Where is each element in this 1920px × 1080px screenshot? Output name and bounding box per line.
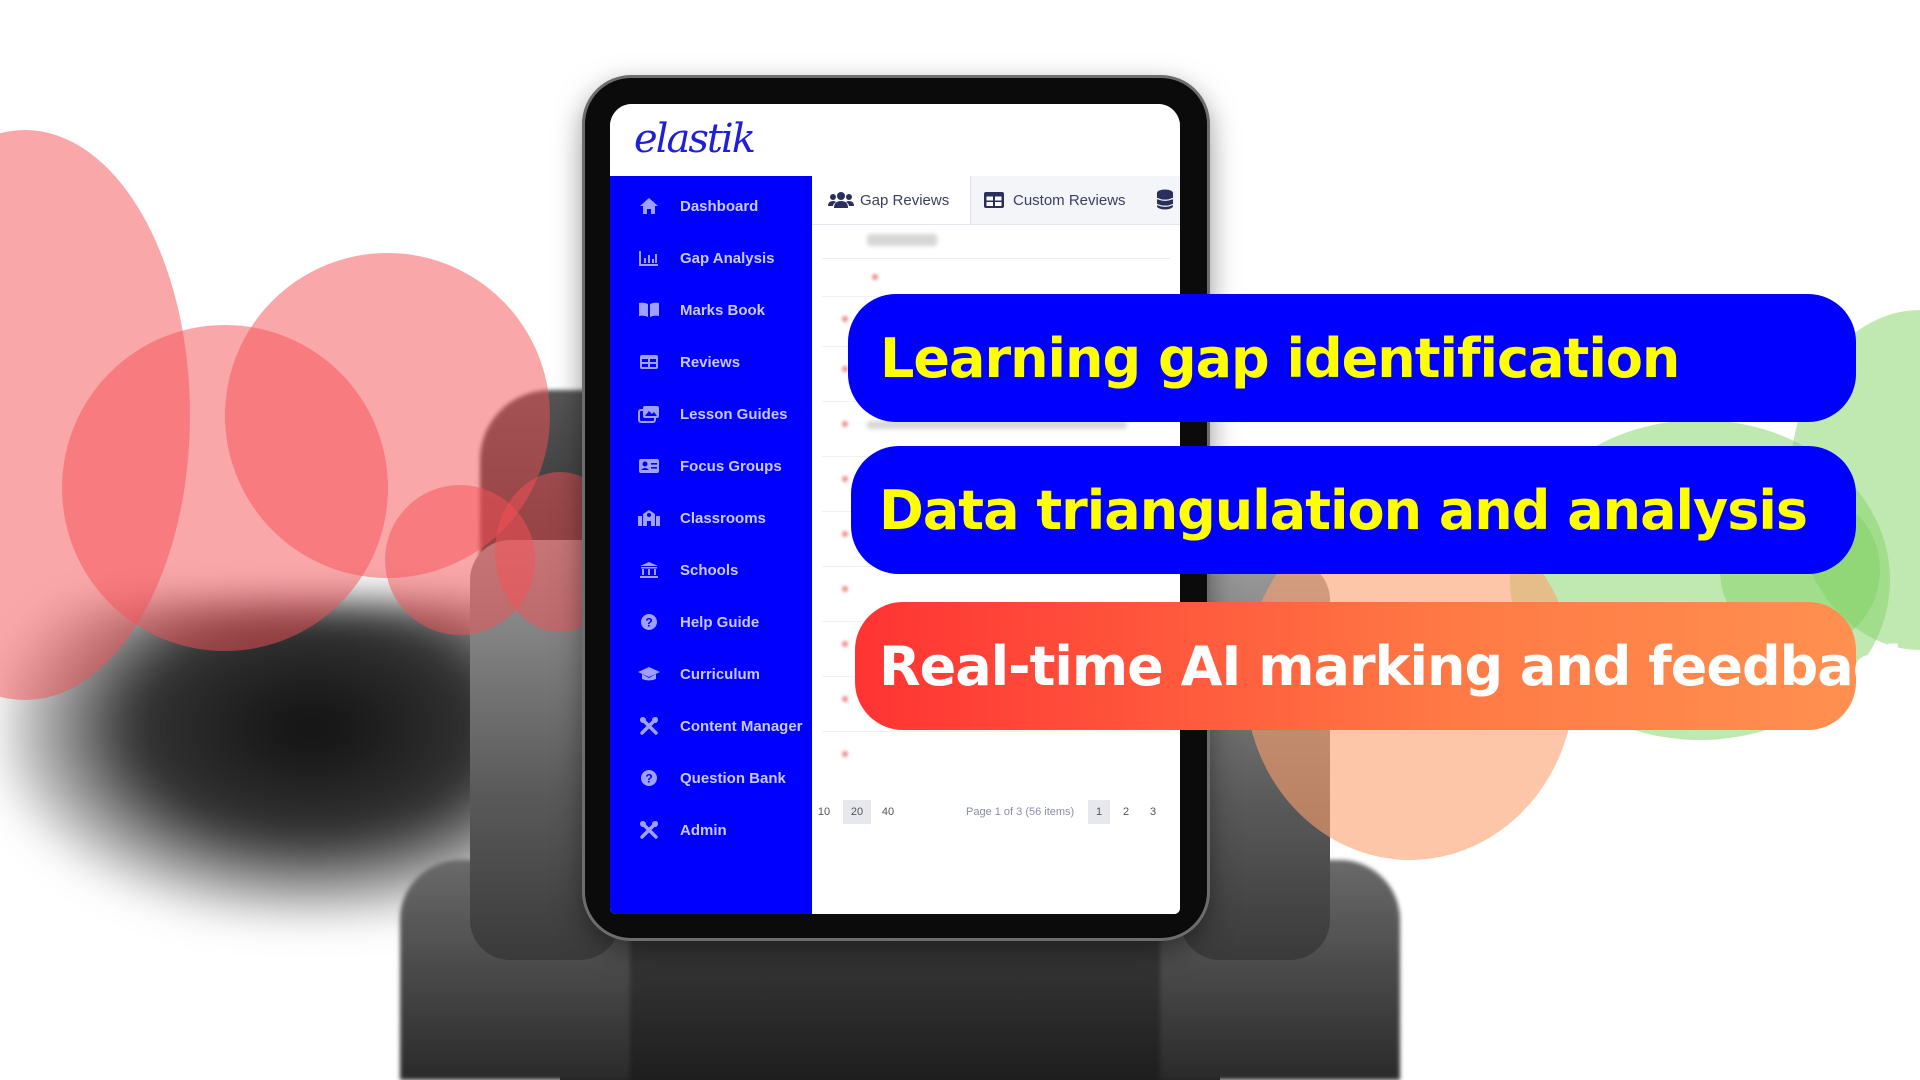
row-marker [842, 531, 848, 537]
table-cell [867, 421, 1127, 429]
feature-banner-ai-marking: Real-time AI marking and feedback [855, 602, 1920, 730]
row-marker [842, 696, 848, 702]
table-header: Test name [822, 228, 1170, 259]
tools-icon [636, 716, 662, 736]
logo-bar: elastik [610, 104, 1180, 176]
sidebar-item-content-manager[interactable]: Content Manager [610, 706, 812, 746]
sidebar-item-dashboard[interactable]: Dashboard [610, 186, 812, 226]
tab-bar: Gap Reviews Custom Reviews [812, 176, 1180, 225]
sidebar-item-label: Marks Book [680, 301, 766, 319]
sidebar-item-label: Question Bank [680, 769, 786, 787]
row-marker [842, 316, 848, 322]
sidebar-item-label: Help Guide [680, 613, 760, 631]
sidebar-item-marks-book[interactable]: Marks Book [610, 290, 812, 330]
tools-icon [636, 820, 662, 840]
graduation-cap-icon [636, 664, 662, 684]
page-button[interactable]: 3 [1142, 800, 1164, 824]
users-icon [828, 191, 854, 209]
sidebar-item-gap-analysis[interactable]: Gap Analysis [610, 238, 812, 278]
page-size-option-selected[interactable]: 20 [843, 800, 871, 824]
page-info: Page 1 of 3 (56 items) [966, 806, 1075, 818]
page-size-option[interactable]: 10 [812, 800, 836, 824]
bar-chart-icon [636, 248, 662, 268]
table-row [822, 731, 1170, 732]
sidebar-item-label: Classrooms [680, 509, 766, 527]
tab-database[interactable] [1148, 176, 1180, 224]
row-marker [842, 641, 848, 647]
row-marker [842, 476, 848, 482]
feature-banner-text: Data triangulation and analysis [879, 478, 1808, 542]
page-button[interactable]: 2 [1115, 800, 1137, 824]
database-icon [1156, 189, 1174, 211]
photo-legs [560, 930, 1220, 1080]
sidebar-item-admin[interactable]: Admin [610, 810, 812, 850]
sidebar-item-label: Curriculum [680, 665, 761, 683]
sidebar-item-label: Dashboard [680, 197, 759, 215]
sidebar-item-reviews[interactable]: Reviews [610, 342, 812, 382]
tab-label: Gap Reviews [860, 191, 950, 209]
sidebar-item-label: Reviews [680, 353, 741, 371]
app-logo[interactable]: elastik [634, 116, 756, 162]
sidebar-item-classrooms[interactable]: Classrooms [610, 498, 812, 538]
sidebar-item-label: Gap Analysis [680, 249, 775, 267]
sidebar-item-label: Content Manager [680, 717, 803, 735]
question-circle-icon: ? [636, 768, 662, 788]
feature-banner-text: Learning gap identification [880, 326, 1680, 390]
feature-banner-learning-gap: Learning gap identification [848, 294, 1856, 422]
svg-text:?: ? [645, 616, 652, 630]
page-size-option[interactable]: 40 [874, 800, 902, 824]
sidebar-item-help-guide[interactable]: ? Help Guide [610, 602, 812, 642]
id-card-icon [636, 456, 662, 476]
row-marker [842, 751, 848, 757]
tab-gap-reviews[interactable]: Gap Reviews [812, 176, 970, 224]
pager: 10 20 40 Page 1 of 3 (56 items) 1 2 3 [812, 796, 1180, 826]
sidebar-item-focus-groups[interactable]: Focus Groups [610, 446, 812, 486]
tab-custom-reviews[interactable]: Custom Reviews [970, 176, 1149, 224]
sidebar-item-question-bank[interactable]: ? Question Bank [610, 758, 812, 798]
feature-banner-text: Real-time AI marking and feedback [879, 634, 1920, 698]
sidebar-item-schools[interactable]: Schools [610, 550, 812, 590]
svg-text:?: ? [645, 772, 652, 786]
row-marker [842, 586, 848, 592]
sidebar-item-label: Schools [680, 561, 739, 579]
table-icon [983, 191, 1005, 209]
row-marker [842, 421, 848, 427]
table-icon [636, 352, 662, 372]
sidebar-item-curriculum[interactable]: Curriculum [610, 654, 812, 694]
question-circle-icon: ? [636, 612, 662, 632]
tab-label: Custom Reviews [1013, 191, 1126, 209]
university-icon [636, 560, 662, 580]
images-icon [636, 404, 662, 424]
home-icon [636, 196, 662, 216]
sidebar-item-label: Focus Groups [680, 457, 782, 475]
column-header-test-name[interactable]: Test name [867, 234, 937, 246]
page-button-current[interactable]: 1 [1088, 800, 1110, 824]
filter-icon [872, 274, 878, 280]
school-building-icon [636, 508, 662, 528]
feature-banner-data-triangulation: Data triangulation and analysis [851, 446, 1856, 574]
sidebar-item-lesson-guides[interactable]: Lesson Guides [610, 394, 812, 434]
open-book-icon [636, 300, 662, 320]
sidebar-item-label: Admin [680, 821, 727, 839]
sidebar: Dashboard Gap Analysis Marks Book Review… [610, 176, 812, 914]
sidebar-item-label: Lesson Guides [680, 405, 788, 423]
